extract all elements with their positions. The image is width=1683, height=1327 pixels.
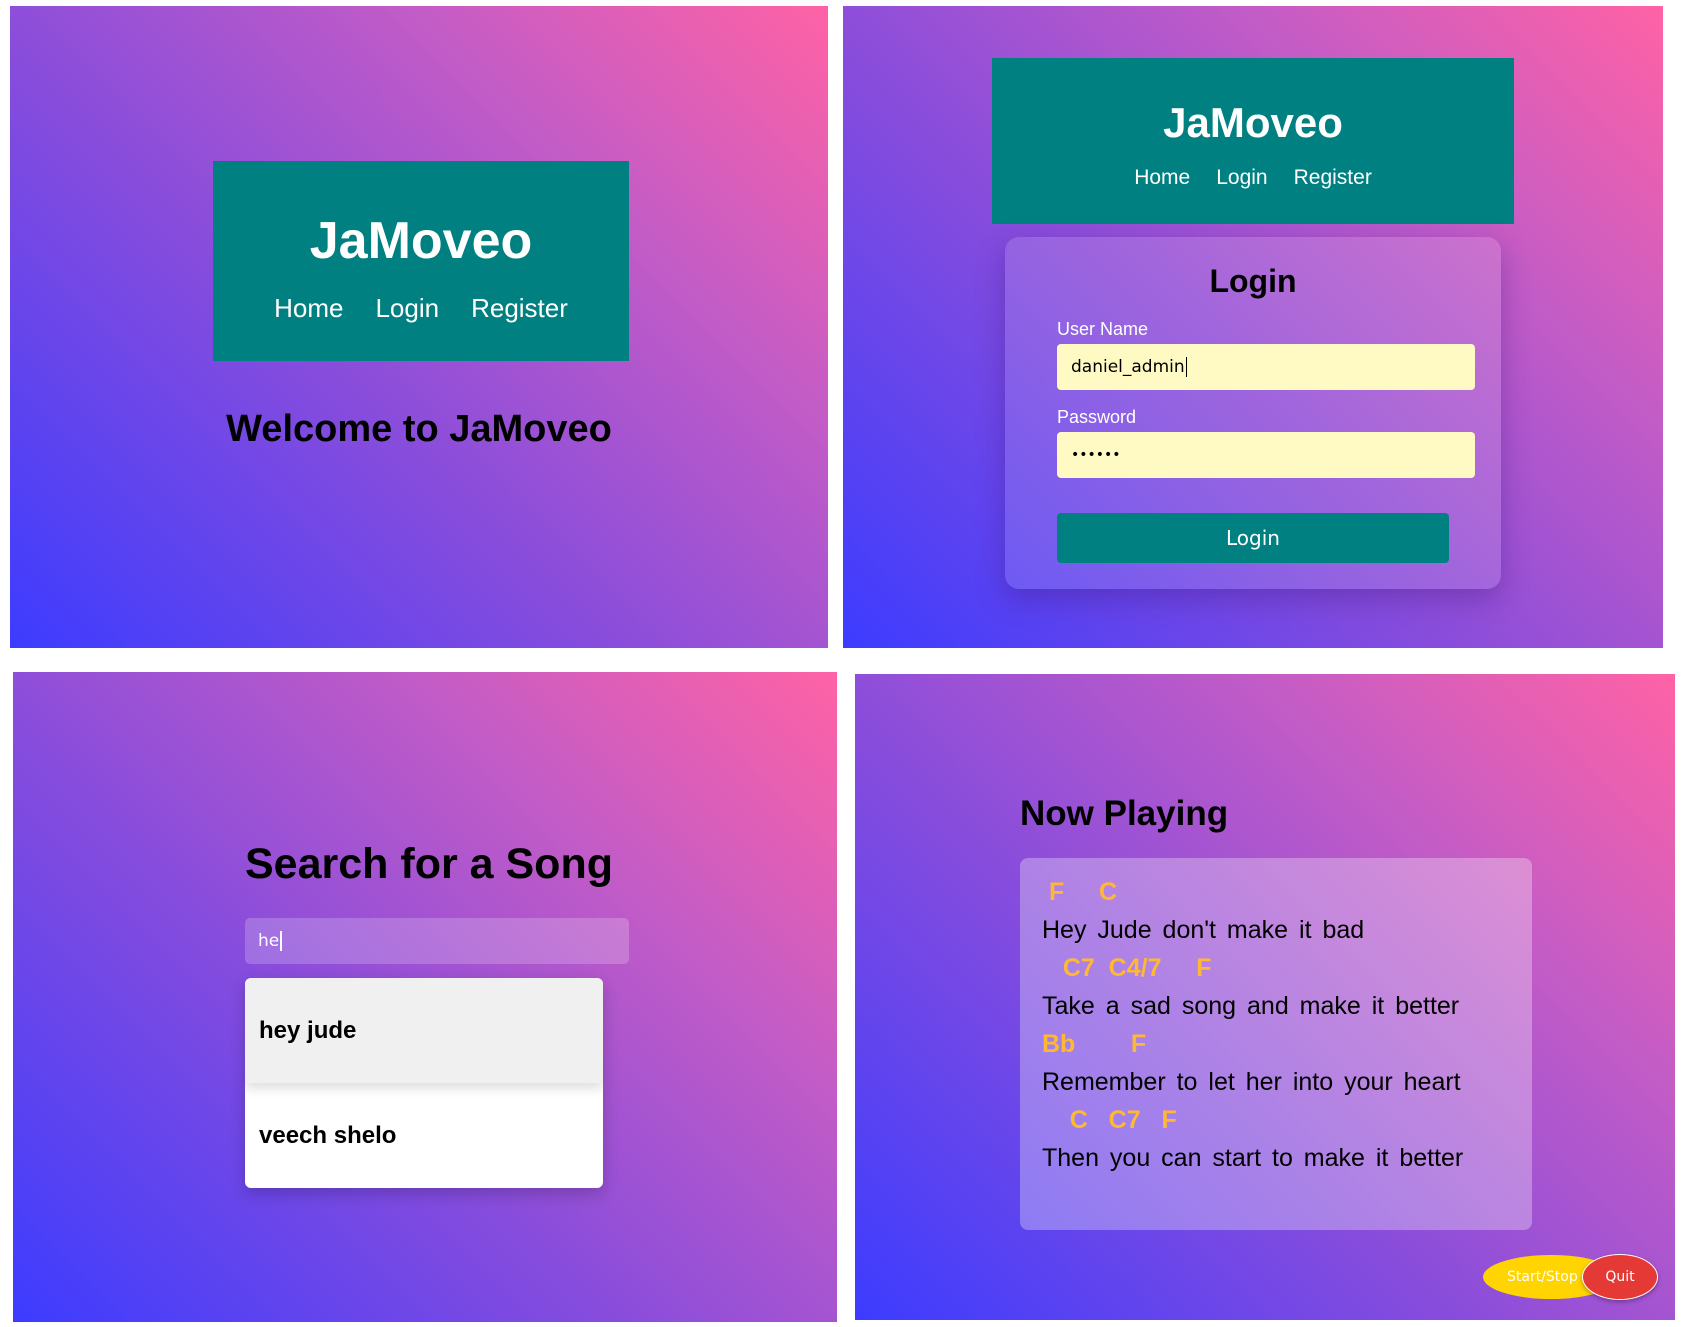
- nav-register-link[interactable]: Register: [471, 293, 568, 324]
- password-value: ••••••: [1071, 447, 1121, 463]
- lyric-line: Then you can start to make it better: [1042, 1144, 1464, 1172]
- chord-line: C7 C4/7 F: [1042, 954, 1212, 982]
- home-screen: JaMoveo Home Login Register Welcome to J…: [10, 6, 828, 648]
- search-result-item[interactable]: hey jude: [245, 978, 603, 1083]
- password-label: Password: [1057, 407, 1137, 427]
- password-field[interactable]: ••••••: [1057, 432, 1475, 478]
- text-caret: [280, 931, 282, 951]
- nav-home-link[interactable]: Home: [1134, 166, 1190, 190]
- navbar: JaMoveo Home Login Register: [213, 161, 629, 361]
- search-input[interactable]: he: [245, 918, 629, 964]
- login-title: Login: [1209, 263, 1297, 299]
- nav-login-link[interactable]: Login: [375, 293, 439, 324]
- lyric-line: Remember to let her into your heart: [1042, 1068, 1461, 1096]
- song-sheet: F C Hey Jude don't make it bad C7 C4/7 F…: [1020, 858, 1532, 1230]
- login-screen: JaMoveo Home Login Register Login User N…: [843, 6, 1663, 648]
- brand-title: JaMoveo: [1163, 99, 1343, 146]
- lyric-line: Take a sad song and make it better: [1042, 992, 1460, 1020]
- search-query: he: [258, 931, 280, 951]
- search-results-dropdown: hey jude veech shelo: [245, 978, 603, 1188]
- nav-links: Home Login Register: [992, 166, 1514, 190]
- login-form: Login User Name daniel_admin Password ••…: [1005, 237, 1501, 589]
- quit-button[interactable]: Quit: [1582, 1254, 1658, 1300]
- navbar: JaMoveo Home Login Register: [992, 58, 1514, 224]
- welcome-heading: Welcome to JaMoveo: [226, 408, 612, 450]
- lyric-line: Hey Jude don't make it bad: [1042, 916, 1365, 944]
- nav-home-link[interactable]: Home: [274, 293, 343, 324]
- nav-register-link[interactable]: Register: [1294, 166, 1372, 190]
- text-caret: [1185, 357, 1188, 377]
- search-title: Search for a Song: [245, 840, 613, 888]
- live-screen: Now Playing F C Hey Jude don't make it b…: [855, 674, 1675, 1320]
- chord-line: F C: [1042, 878, 1117, 906]
- nav-links: Home Login Register: [213, 293, 629, 324]
- chord-line: C C7 F: [1042, 1106, 1177, 1134]
- brand-title: JaMoveo: [309, 212, 533, 270]
- username-label: User Name: [1057, 319, 1149, 339]
- username-value: daniel_admin: [1071, 357, 1185, 377]
- search-screen: Search for a Song he hey jude veech shel…: [13, 672, 837, 1322]
- chord-line: Bb F: [1042, 1030, 1147, 1058]
- now-playing-title: Now Playing: [1020, 794, 1229, 833]
- search-result-item[interactable]: veech shelo: [245, 1083, 603, 1188]
- username-field[interactable]: daniel_admin: [1057, 344, 1475, 390]
- nav-login-link[interactable]: Login: [1216, 166, 1267, 190]
- login-submit-button[interactable]: Login: [1057, 513, 1449, 563]
